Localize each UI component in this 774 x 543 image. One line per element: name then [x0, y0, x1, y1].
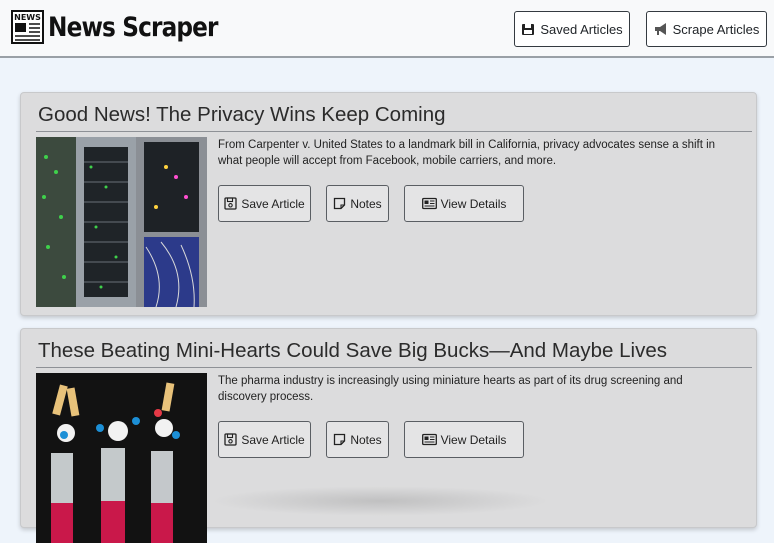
view-details-label: View Details — [440, 432, 507, 447]
notes-label: Notes — [350, 432, 382, 447]
saved-articles-button[interactable]: Saved Articles — [514, 11, 630, 47]
floppy-disk-icon — [224, 197, 237, 210]
article-summary: The pharma industry is increasingly usin… — [218, 375, 683, 403]
loading-shadow — [210, 486, 550, 516]
save-download-icon — [522, 24, 535, 35]
scrape-articles-button[interactable]: Scrape Articles — [646, 11, 767, 47]
brand-title[interactable]: News Scraper — [48, 12, 219, 43]
mini-hearts-lab-image — [36, 373, 207, 543]
sticky-note-icon — [334, 433, 346, 446]
newspaper-icon — [421, 197, 437, 210]
title-divider — [36, 131, 752, 132]
notes-button[interactable]: Notes — [326, 421, 389, 458]
notes-button[interactable]: Notes — [326, 185, 389, 222]
navbar: NEWS News Scraper Saved Articles Scrape … — [0, 0, 774, 58]
article-card: Good News! The Privacy Wins Keep Coming — [20, 92, 757, 316]
article-title[interactable]: These Beating Mini-Hearts Could Save Big… — [38, 339, 667, 363]
save-article-button[interactable]: Save Article — [218, 185, 311, 222]
notes-label: Notes — [350, 196, 382, 211]
svg-text:NEWS: NEWS — [14, 13, 41, 22]
article-title[interactable]: Good News! The Privacy Wins Keep Coming — [38, 103, 446, 127]
sticky-note-icon — [334, 197, 346, 210]
scrape-articles-label: Scrape Articles — [672, 21, 760, 37]
save-article-label: Save Article — [241, 196, 305, 211]
save-article-label: Save Article — [241, 432, 305, 447]
scrape-megaphone-icon — [654, 23, 666, 35]
view-details-button[interactable]: View Details — [404, 421, 524, 458]
title-divider — [36, 367, 752, 368]
newspaper-logo-icon: NEWS — [11, 10, 44, 44]
server-rack-image — [36, 137, 207, 307]
view-details-button[interactable]: View Details — [404, 185, 524, 222]
floppy-disk-icon — [224, 433, 237, 446]
newspaper-icon — [421, 433, 437, 446]
view-details-label: View Details — [440, 196, 507, 211]
article-summary: From Carpenter v. United States to a lan… — [218, 139, 716, 167]
save-article-button[interactable]: Save Article — [218, 421, 311, 458]
saved-articles-label: Saved Articles — [540, 21, 623, 37]
